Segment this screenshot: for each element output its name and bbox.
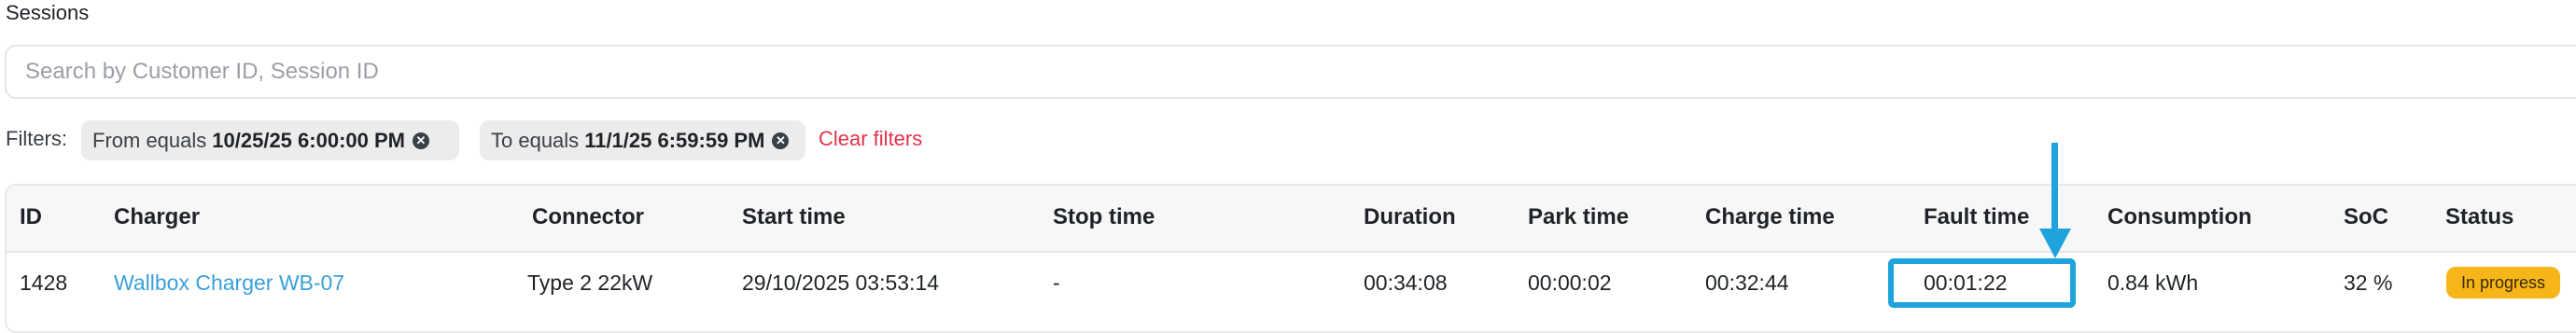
column-header-consumption[interactable]: Consumption	[2107, 204, 2252, 230]
filter-chip-field: From equals	[92, 128, 207, 152]
search-field[interactable]	[5, 45, 2576, 99]
cell-consumption: 0.84 kWh	[2107, 271, 2199, 295]
close-circle-icon[interactable]: ✕	[412, 132, 429, 149]
column-header-charger[interactable]: Charger	[114, 204, 200, 230]
status-badge: In progress	[2446, 267, 2561, 298]
charger-link[interactable]: Wallbox Charger WB-07	[114, 271, 344, 296]
column-header-soc[interactable]: SoC	[2344, 204, 2388, 230]
cell-id: 1428	[20, 271, 68, 295]
column-header-connector[interactable]: Connector	[532, 204, 644, 230]
arrow-down-icon	[2039, 229, 2071, 258]
column-header-charge-time[interactable]: Charge time	[1705, 204, 1835, 230]
filters-label: Filters:	[6, 127, 67, 150]
search-input[interactable]	[7, 47, 2576, 97]
filter-chip-field: To equals	[491, 128, 580, 152]
clear-filters-link[interactable]: Clear filters	[819, 125, 922, 153]
filter-chip-from[interactable]: From equals 10/25/25 6:00:00 PM ✕	[81, 120, 459, 160]
fault-time-highlight-box	[1888, 258, 2076, 308]
cell-stop-time: -	[1053, 271, 1060, 295]
column-header-park-time[interactable]: Park time	[1528, 204, 1629, 230]
page-title: Sessions	[6, 1, 90, 24]
cell-duration: 00:34:08	[1364, 271, 1448, 295]
filter-chip-value: 11/1/25 6:59:59 PM	[584, 128, 765, 152]
column-header-start-time[interactable]: Start time	[742, 204, 846, 230]
filter-chip-value: 10/25/25 6:00:00 PM	[212, 128, 405, 152]
column-header-status[interactable]: Status	[2445, 204, 2513, 230]
column-header-id[interactable]: ID	[20, 204, 42, 230]
annotation-arrow-shaft	[2051, 143, 2058, 236]
close-circle-icon[interactable]: ✕	[772, 132, 790, 149]
cell-soc: 32 %	[2344, 271, 2393, 295]
cell-park-time: 00:00:02	[1528, 271, 1612, 295]
column-header-stop-time[interactable]: Stop time	[1053, 204, 1155, 230]
filter-chip-to[interactable]: To equals 11/1/25 6:59:59 PM ✕	[480, 120, 805, 160]
cell-connector: Type 2 22kW	[527, 271, 653, 295]
cell-charge-time: 00:32:44	[1705, 271, 1789, 295]
column-header-duration[interactable]: Duration	[1364, 204, 1456, 230]
sessions-table: ID Charger Connector Start time Stop tim…	[5, 184, 2576, 333]
table-header: ID Charger Connector Start time Stop tim…	[7, 186, 2576, 253]
cell-start-time: 29/10/2025 03:53:14	[742, 271, 940, 295]
column-header-fault-time[interactable]: Fault time	[1924, 204, 2029, 230]
